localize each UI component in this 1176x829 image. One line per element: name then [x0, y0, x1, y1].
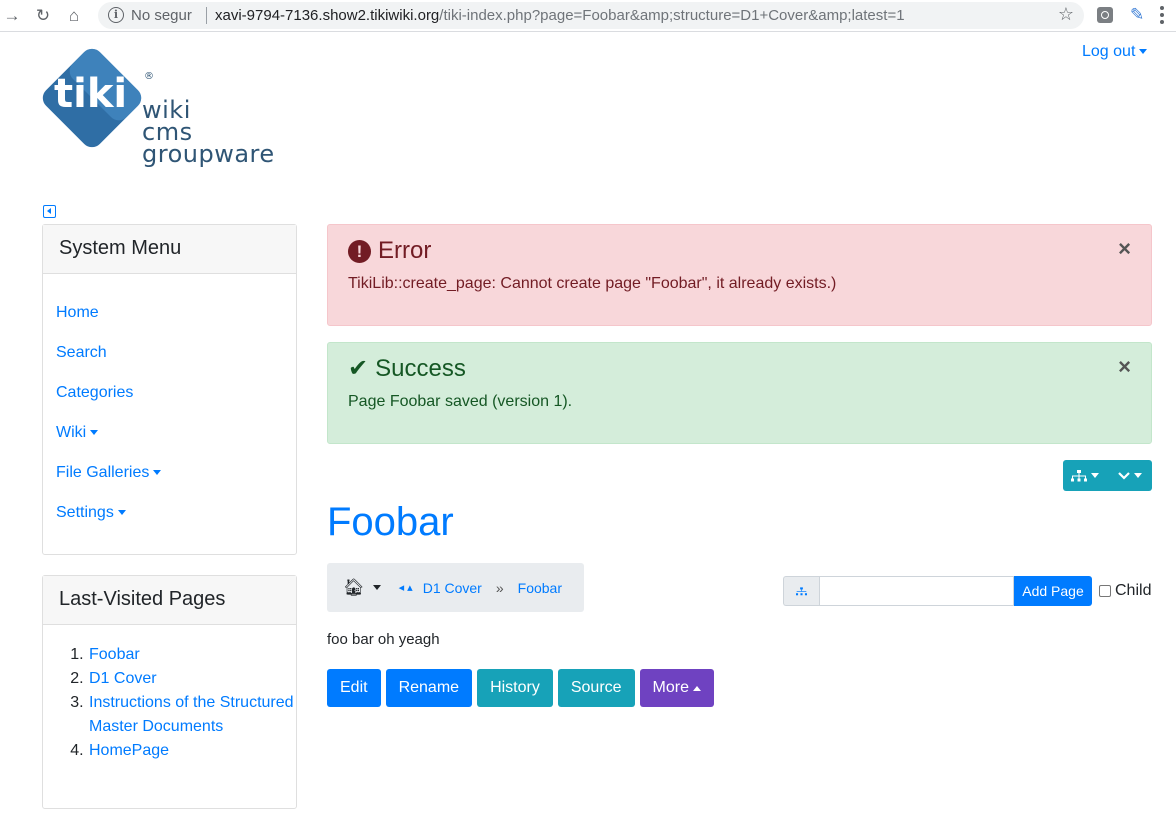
system-menu: System Menu Home Search Categories Wiki …	[42, 224, 297, 555]
logout-label: Log out	[1082, 43, 1136, 60]
address-bar[interactable]: i No segur xavi-9794-7136.show2.tikiwiki…	[98, 2, 1084, 29]
last-visited-link[interactable]: HomePage	[89, 742, 169, 759]
list-item: D1 Cover	[88, 667, 296, 691]
omnibox-divider	[206, 7, 207, 24]
check-icon: ✔	[348, 355, 369, 382]
error-message: TikiLib::create_page: Cannot create page…	[348, 275, 837, 292]
back-arrow-icon[interactable]: →	[2, 6, 22, 26]
breadcrumb-link-d1-cover[interactable]: D1 Cover	[423, 580, 482, 596]
menu-item-file-galleries-label[interactable]: File Galleries	[56, 464, 149, 481]
menu-item-home[interactable]: Home	[56, 302, 283, 342]
logo-registered: ®	[144, 71, 154, 82]
last-visited-pages: Last-Visited Pages Foobar D1 Cover Instr…	[42, 575, 297, 809]
rename-button[interactable]: Rename	[385, 669, 473, 707]
success-alert: ✔ Success Page Foobar saved (version 1).…	[327, 342, 1152, 444]
add-page-button[interactable]: Add Page	[1014, 576, 1092, 606]
sitemap-icon	[1071, 469, 1088, 481]
chevron-down-icon	[1117, 471, 1130, 480]
breadcrumb-link-foobar[interactable]: Foobar	[518, 580, 562, 596]
tiki-logo[interactable]: tiki ® wiki cms groupware	[40, 43, 290, 183]
chevron-down-icon	[90, 430, 99, 436]
close-icon[interactable]: ×	[1118, 238, 1131, 260]
pen-extension-icon[interactable]: ✎	[1130, 5, 1144, 25]
url-host: xavi-9794-7136.show2.tikiwiki.org	[215, 7, 440, 24]
last-visited-link[interactable]: D1 Cover	[89, 670, 157, 687]
page-tools-group	[1063, 460, 1152, 491]
menu-item-wiki-label[interactable]: Wiki	[56, 424, 86, 441]
more-label: More	[652, 679, 689, 696]
success-title-text: Success	[375, 355, 466, 382]
page-actions-menu-button[interactable]	[1108, 460, 1153, 491]
logo-word: tiki	[54, 71, 127, 117]
info-icon[interactable]: i	[108, 7, 124, 23]
chevron-down-icon[interactable]	[372, 585, 381, 590]
browser-menu-icon[interactable]	[1160, 6, 1164, 24]
list-item: HomePage	[88, 739, 296, 763]
chevron-down-icon	[117, 510, 126, 516]
system-menu-list: Home Search Categories Wiki File Galleri…	[43, 274, 296, 542]
last-visited-title: Last-Visited Pages	[43, 576, 296, 625]
success-message: Page Foobar saved (version 1).	[348, 393, 573, 410]
chevron-down-icon	[1139, 49, 1148, 55]
logo-text: wiki cms groupware	[142, 98, 275, 168]
system-menu-title: System Menu	[43, 225, 296, 274]
page-content: foo bar oh yeagh	[327, 631, 440, 648]
menu-item-settings-label[interactable]: Settings	[56, 504, 114, 521]
page-action-buttons: Edit Rename History Source More	[327, 669, 714, 707]
chevron-down-icon	[153, 470, 162, 476]
chevron-down-icon	[1091, 473, 1100, 478]
close-icon[interactable]: ×	[1118, 356, 1131, 378]
toggle-sidebar-icon[interactable]	[43, 205, 56, 218]
chevron-down-icon	[1133, 473, 1142, 478]
child-label: Child	[1115, 582, 1152, 599]
error-title-text: Error	[378, 237, 432, 264]
add-page-input[interactable]	[819, 576, 1014, 606]
home-icon[interactable]: 🏠︎	[343, 578, 365, 598]
edit-button[interactable]: Edit	[327, 669, 381, 707]
history-button[interactable]: History	[477, 669, 553, 707]
home-icon[interactable]: ⌂	[64, 6, 84, 26]
menu-item-categories-label[interactable]: Categories	[56, 384, 133, 401]
source-button[interactable]: Source	[557, 669, 635, 707]
more-button[interactable]: More	[639, 669, 714, 707]
browser-toolbar: → ↻ ⌂ i No segur xavi-9794-7136.show2.ti…	[0, 0, 1176, 32]
checkbox-icon[interactable]	[1099, 585, 1111, 597]
breadcrumb: 🏠︎ ◂ ▴ D1 Cover » Foobar	[327, 563, 584, 612]
menu-item-settings[interactable]: Settings	[56, 502, 283, 542]
not-secure-label: No segur	[131, 7, 192, 24]
child-checkbox[interactable]: Child	[1099, 582, 1151, 600]
last-visited-link[interactable]: Foobar	[89, 646, 140, 663]
sitemap-icon	[783, 576, 819, 606]
logo-line-groupware: groupware	[142, 140, 275, 168]
menu-item-categories[interactable]: Categories	[56, 382, 283, 422]
success-alert-title: ✔ Success	[348, 355, 1131, 383]
extension-icon[interactable]	[1097, 7, 1113, 23]
url-path: /tiki-index.php?page=Foobar&amp;structur…	[439, 7, 905, 24]
chevron-up-icon	[693, 685, 701, 691]
bookmark-star-icon[interactable]: ☆	[1058, 4, 1074, 25]
list-item: Foobar	[88, 643, 296, 667]
exclamation-circle-icon: !	[348, 239, 371, 263]
error-alert: ! Error TikiLib::create_page: Cannot cre…	[327, 224, 1152, 326]
structure-nav-icons[interactable]: ◂ ▴	[399, 581, 413, 594]
error-alert-title: ! Error	[348, 237, 1131, 265]
menu-item-search[interactable]: Search	[56, 342, 283, 382]
structure-menu-button[interactable]	[1063, 460, 1108, 491]
list-item: Instructions of the Structured Master Do…	[88, 691, 296, 739]
add-page-group: Add Page	[783, 576, 1092, 606]
breadcrumb-separator: »	[495, 579, 504, 596]
page-title: Foobar	[327, 500, 454, 544]
menu-item-home-label[interactable]: Home	[56, 304, 99, 321]
last-visited-link[interactable]: Instructions of the Structured Master Do…	[89, 694, 294, 735]
logout-link[interactable]: Log out	[1082, 43, 1148, 61]
last-visited-list: Foobar D1 Cover Instructions of the Stru…	[43, 625, 296, 763]
url-text[interactable]: xavi-9794-7136.show2.tikiwiki.org/tiki-i…	[215, 7, 905, 24]
menu-item-wiki[interactable]: Wiki	[56, 422, 283, 462]
menu-item-search-label[interactable]: Search	[56, 344, 107, 361]
menu-item-file-galleries[interactable]: File Galleries	[56, 462, 283, 502]
reload-icon[interactable]: ↻	[33, 6, 53, 26]
